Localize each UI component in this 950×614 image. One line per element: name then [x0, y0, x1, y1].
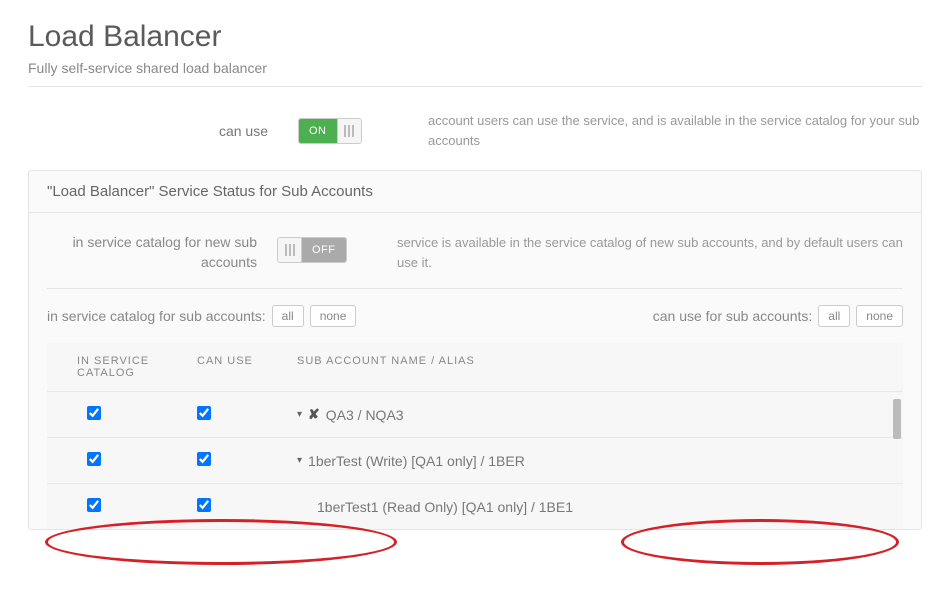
panel-title: "Load Balancer" Service Status for Sub A… — [29, 171, 921, 213]
account-name[interactable]: 1berTest1 (Read Only) [QA1 only] / 1BE1 — [317, 499, 573, 515]
can-use-description: account users can use the service, and i… — [428, 111, 922, 150]
divider — [28, 86, 922, 87]
canuse-none-button[interactable]: none — [856, 305, 903, 327]
table-row: 1berTest1 (Read Only) [QA1 only] / 1BE1 — [47, 484, 903, 530]
caret-down-icon[interactable]: ▾ — [297, 409, 302, 420]
toggle-off-label: OFF — [302, 238, 346, 262]
account-name[interactable]: 1berTest (Write) [QA1 only] / 1BER — [308, 453, 525, 469]
can-use-row: can use ON account users can use the ser… — [28, 111, 922, 150]
catalog-new-toggle[interactable]: OFF — [277, 237, 347, 263]
catalog-new-description: service is available in the service cata… — [397, 233, 903, 272]
sub-accounts-table-wrap: IN SERVICE CATALOG CAN USE SUB ACCOUNT N… — [47, 343, 903, 529]
account-name[interactable]: QA3 / NQA3 — [326, 407, 404, 423]
catalog-new-row: in service catalog for new sub accounts … — [47, 233, 903, 288]
filter-row: in service catalog for sub accounts: all… — [47, 305, 903, 343]
filter-catalog-label: in service catalog for sub accounts: — [47, 308, 266, 324]
table-row: ▾ ✘ QA3 / NQA3 — [47, 392, 903, 438]
in-catalog-checkbox[interactable] — [87, 498, 101, 512]
canuse-all-button[interactable]: all — [818, 305, 850, 327]
can-use-label: can use — [28, 123, 298, 139]
sub-accounts-panel: "Load Balancer" Service Status for Sub A… — [28, 170, 922, 530]
x-mark-icon: ✘ — [308, 406, 320, 423]
filter-canuse-group: can use for sub accounts: all none — [653, 305, 903, 327]
col-name: SUB ACCOUNT NAME / ALIAS — [287, 343, 903, 392]
in-catalog-checkbox[interactable] — [87, 406, 101, 420]
page-title: Load Balancer — [28, 20, 922, 54]
caret-down-icon[interactable]: ▾ — [297, 455, 302, 466]
panel-divider — [47, 288, 903, 289]
can-use-checkbox[interactable] — [197, 498, 211, 512]
in-catalog-checkbox[interactable] — [87, 452, 101, 466]
catalog-none-button[interactable]: none — [310, 305, 357, 327]
sub-accounts-table: IN SERVICE CATALOG CAN USE SUB ACCOUNT N… — [47, 343, 903, 529]
col-in-catalog: IN SERVICE CATALOG — [47, 343, 187, 392]
can-use-checkbox[interactable] — [197, 406, 211, 420]
toggle-handle-icon — [278, 238, 302, 262]
toggle-handle-icon — [337, 119, 361, 143]
col-can-use: CAN USE — [187, 343, 287, 392]
can-use-checkbox[interactable] — [197, 452, 211, 466]
filter-canuse-label: can use for sub accounts: — [653, 308, 813, 324]
page-subtitle: Fully self-service shared load balancer — [28, 60, 922, 76]
filter-catalog-group: in service catalog for sub accounts: all… — [47, 305, 356, 327]
scrollbar-thumb[interactable] — [893, 399, 901, 439]
toggle-on-label: ON — [299, 119, 337, 143]
catalog-all-button[interactable]: all — [272, 305, 304, 327]
page-container: Load Balancer Fully self-service shared … — [0, 0, 950, 550]
can-use-toggle[interactable]: ON — [298, 118, 362, 144]
table-row: ▾ 1berTest (Write) [QA1 only] / 1BER — [47, 438, 903, 484]
catalog-new-label: in service catalog for new sub accounts — [47, 233, 277, 272]
